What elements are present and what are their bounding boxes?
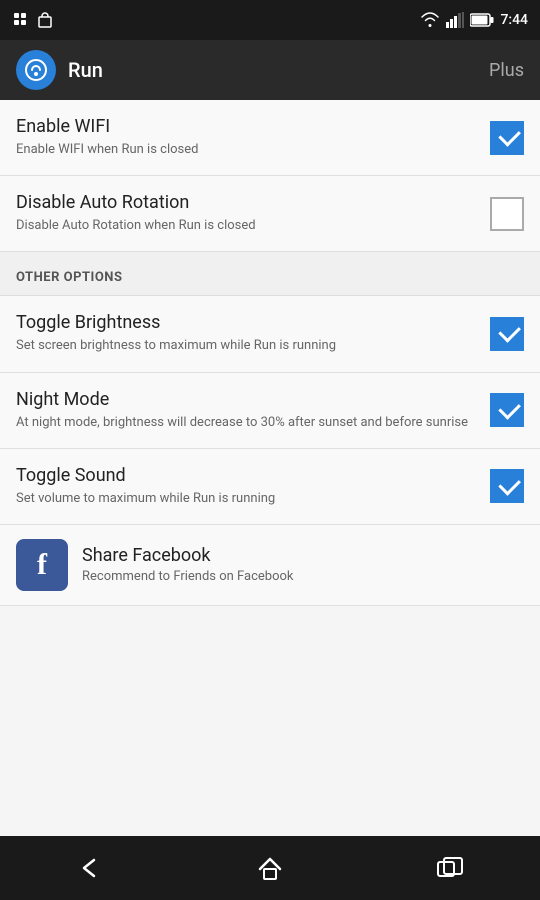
setting-text-toggle-brightness: Toggle Brightness Set screen brightness … (16, 312, 490, 355)
checkbox-enable-wifi[interactable] (490, 121, 524, 155)
setting-text-enable-wifi: Enable WIFI Enable WIFI when Run is clos… (16, 116, 490, 159)
other-options-header: OTHER OPTIONS (0, 252, 540, 296)
setting-text-toggle-sound: Toggle Sound Set volume to maximum while… (16, 465, 490, 508)
setting-title-toggle-brightness: Toggle Brightness (16, 312, 478, 333)
setting-title-enable-wifi: Enable WIFI (16, 116, 478, 137)
back-icon (76, 856, 104, 880)
setting-item-night-mode[interactable]: Night Mode At night mode, brightness wil… (0, 373, 540, 449)
setting-title-night-mode: Night Mode (16, 389, 478, 410)
setting-text-night-mode: Night Mode At night mode, brightness wil… (16, 389, 490, 432)
home-button[interactable] (240, 846, 300, 890)
setting-desc-toggle-brightness: Set screen brightness to maximum while R… (16, 337, 478, 355)
setting-title-toggle-sound: Toggle Sound (16, 465, 478, 486)
checkbox-toggle-brightness[interactable] (490, 317, 524, 351)
app-title: Run (68, 58, 489, 82)
checkbox-toggle-sound[interactable] (490, 469, 524, 503)
setting-item-enable-wifi[interactable]: Enable WIFI Enable WIFI when Run is clos… (0, 100, 540, 176)
status-bar: 7:44 (0, 0, 540, 40)
setting-item-disable-rotation[interactable]: Disable Auto Rotation Disable Auto Rotat… (0, 176, 540, 252)
back-button[interactable] (60, 846, 120, 890)
recents-icon (436, 856, 464, 880)
facebook-icon: f (16, 539, 68, 591)
signal-icon (446, 12, 464, 28)
setting-text-disable-rotation: Disable Auto Rotation Disable Auto Rotat… (16, 192, 490, 235)
status-bar-left (12, 11, 54, 29)
setting-desc-toggle-sound: Set volume to maximum while Run is runni… (16, 490, 478, 508)
facebook-desc: Recommend to Friends on Facebook (82, 569, 294, 584)
setting-item-toggle-sound[interactable]: Toggle Sound Set volume to maximum while… (0, 449, 540, 525)
blackberry-icon (12, 11, 30, 29)
app-icon (16, 50, 56, 90)
bottom-nav (0, 836, 540, 900)
other-options-label: OTHER OPTIONS (16, 270, 123, 285)
recents-button[interactable] (420, 846, 480, 890)
app-bar: Run Plus (0, 40, 540, 100)
checkbox-disable-rotation[interactable] (490, 197, 524, 231)
setting-desc-enable-wifi: Enable WIFI when Run is closed (16, 141, 478, 159)
status-bar-right: 7:44 (420, 12, 528, 28)
home-icon (256, 855, 284, 881)
setting-title-disable-rotation: Disable Auto Rotation (16, 192, 478, 213)
checkbox-night-mode[interactable] (490, 393, 524, 427)
bag-icon (36, 11, 54, 29)
setting-item-toggle-brightness[interactable]: Toggle Brightness Set screen brightness … (0, 296, 540, 372)
wifi-icon (420, 12, 440, 28)
time-display: 7:44 (500, 12, 528, 28)
setting-desc-disable-rotation: Disable Auto Rotation when Run is closed (16, 217, 478, 235)
battery-icon (470, 13, 494, 27)
facebook-title: Share Facebook (82, 545, 294, 566)
setting-desc-night-mode: At night mode, brightness will decrease … (16, 414, 478, 432)
facebook-text: Share Facebook Recommend to Friends on F… (82, 545, 294, 584)
content-area: Enable WIFI Enable WIFI when Run is clos… (0, 100, 540, 836)
facebook-share-item[interactable]: f Share Facebook Recommend to Friends on… (0, 525, 540, 606)
app-subtitle: Plus (489, 60, 524, 81)
